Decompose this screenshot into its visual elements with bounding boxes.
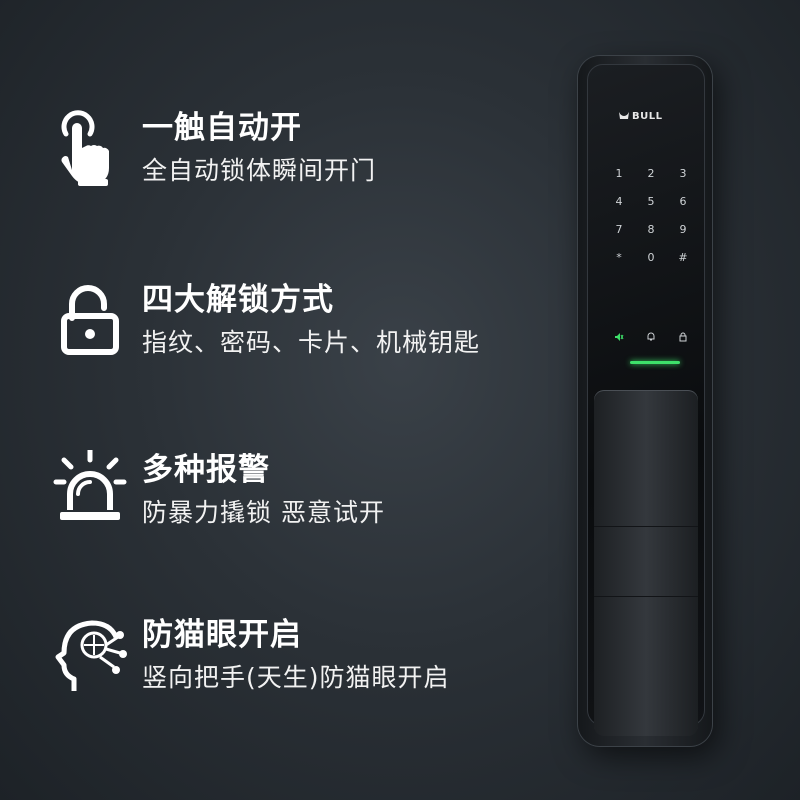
keypad-key[interactable]: 5 bbox=[641, 195, 661, 208]
alarm-siren-icon bbox=[52, 447, 128, 530]
keypad-key[interactable]: 1 bbox=[609, 167, 629, 180]
keypad-key[interactable]: 7 bbox=[609, 223, 629, 236]
handle-seam bbox=[594, 526, 698, 527]
keypad-key[interactable]: 3 bbox=[673, 167, 693, 180]
feature-title: 多种报警 bbox=[142, 452, 270, 488]
bull-logo-icon bbox=[619, 112, 629, 119]
feature-title: 防猫眼开启 bbox=[142, 617, 302, 653]
hand-pointer-icon bbox=[52, 108, 128, 188]
feature-description: 竖向把手(天生)防猫眼开启 bbox=[142, 663, 450, 692]
keypad-key[interactable]: * bbox=[609, 251, 629, 264]
lock-handle[interactable] bbox=[594, 390, 698, 736]
feature-anti-peephole: 防猫眼开启 竖向把手(天生)防猫眼开启 bbox=[0, 615, 560, 725]
feature-unlock-methods: 四大解锁方式 指纹、密码、卡片、机械钥匙 bbox=[0, 280, 560, 390]
mute-icon bbox=[614, 327, 624, 341]
keypad-key[interactable]: 2 bbox=[641, 167, 661, 180]
keypad-key[interactable]: 9 bbox=[673, 223, 693, 236]
feature-description: 全自动锁体瞬间开门 bbox=[142, 156, 377, 185]
keypad-key[interactable]: 4 bbox=[609, 195, 629, 208]
feature-description: 指纹、密码、卡片、机械钥匙 bbox=[142, 328, 481, 357]
brand-label: BULL bbox=[632, 111, 663, 122]
smart-lock-image: BULL 1 2 3 4 5 6 7 8 9 * 0 # bbox=[578, 56, 712, 746]
feature-alarms: 多种报警 防暴力撬锁 恶意试开 bbox=[0, 447, 560, 560]
handle-seam bbox=[594, 596, 698, 597]
padlock-icon bbox=[52, 280, 128, 360]
lock-status-icon bbox=[678, 327, 688, 342]
keypad-key[interactable]: 6 bbox=[673, 195, 693, 208]
keypad-key[interactable]: # bbox=[673, 251, 693, 264]
keypad-key[interactable]: 0 bbox=[641, 251, 661, 264]
ai-head-icon bbox=[52, 615, 128, 695]
fingerprint-indicator bbox=[630, 361, 680, 364]
feature-auto-open: 一触自动开 全自动锁体瞬间开门 bbox=[0, 108, 560, 218]
keypad-key[interactable]: 8 bbox=[641, 223, 661, 236]
bell-icon bbox=[646, 327, 656, 341]
feature-description: 防暴力撬锁 恶意试开 bbox=[142, 498, 385, 527]
feature-title: 四大解锁方式 bbox=[142, 282, 334, 318]
feature-title: 一触自动开 bbox=[142, 110, 302, 146]
